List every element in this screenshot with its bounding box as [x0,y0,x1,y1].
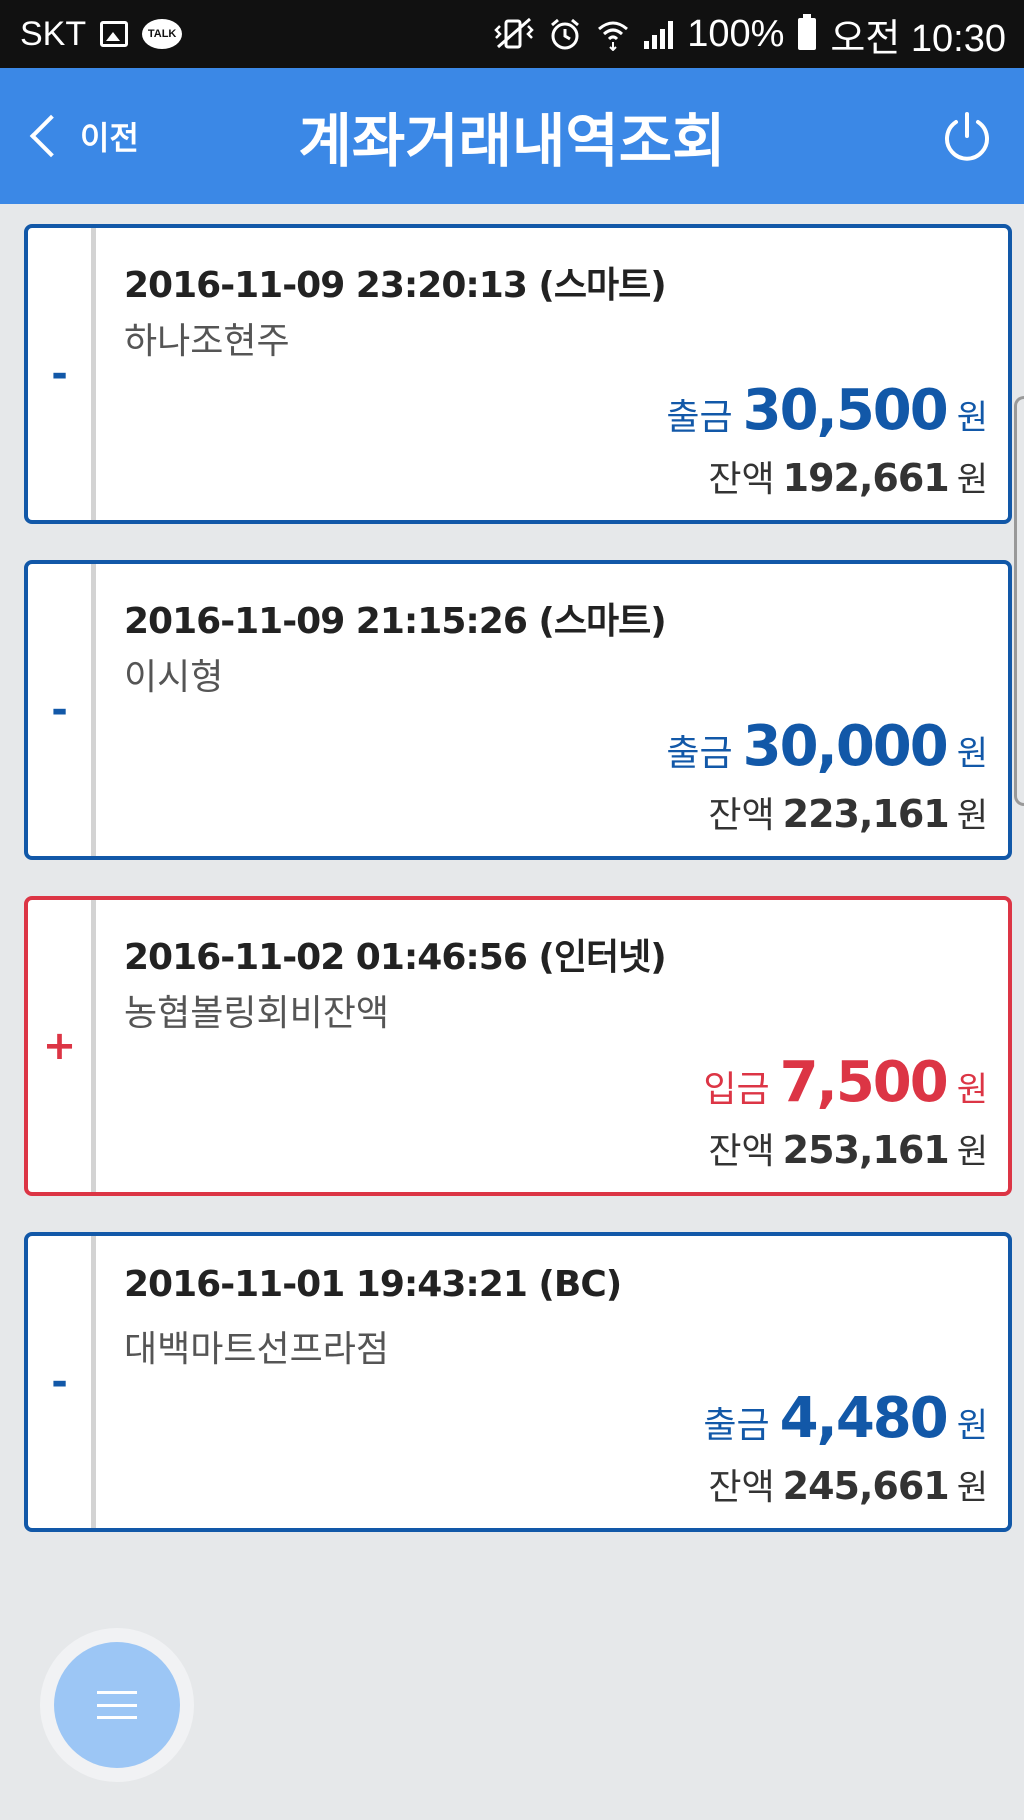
amount-unit: 원 [956,1406,988,1446]
transaction-description: 이시형 [124,657,224,698]
transaction-description: 농협볼링회비잔액 [124,993,389,1034]
transaction-card[interactable]: - 2016-11-09 23:20:13 (스마트) 하나조현주 출금 30,… [24,224,1012,524]
kakaotalk-icon: TALK [142,19,183,49]
page-title: 계좌거래내역조회 [298,107,726,175]
transaction-amount-row: 출금 30,500 원 [666,378,988,443]
back-label: 이전 [80,119,139,157]
transaction-type: 출금 [703,1405,770,1446]
amount-unit: 원 [956,734,988,774]
wifi-icon [598,21,629,51]
menu-button[interactable] [54,1642,180,1768]
hamburger-icon [97,1691,137,1719]
transaction-card[interactable]: - 2016-11-09 21:15:26 (스마트) 이시형 출금 30,00… [24,560,1012,860]
gallery-icon [98,18,130,50]
transaction-datetime: 2016-11-09 21:15:26 (스마트) [124,601,667,642]
transaction-balance-row: 잔액 223,161 원 [708,786,988,838]
scroll-indicator[interactable] [1014,396,1024,806]
transaction-card[interactable]: - 2016-11-01 19:43:21 (BC) 대백마트선프라점 출금 4… [24,1232,1012,1532]
transaction-type: 출금 [666,733,733,774]
status-time: 오전 10:30 [830,17,1006,60]
balance-unit: 원 [956,1468,988,1508]
transaction-datetime: 2016-11-01 19:43:21 (BC) [124,1264,622,1305]
transaction-amount: 7,500 [779,1050,949,1115]
mute-vibrate-icon [494,17,534,49]
transaction-datetime: 2016-11-02 01:46:56 (인터넷) [124,937,667,978]
balance-label: 잔액 [708,795,775,836]
transaction-amount: 30,000 [742,714,949,779]
battery-icon [798,14,817,50]
transaction-description: 대백마트선프라점 [124,1329,389,1370]
battery-percent: 100% [687,12,785,55]
transaction-list: - 2016-11-09 23:20:13 (스마트) 하나조현주 출금 30,… [24,224,1012,1568]
transaction-type: 출금 [666,397,733,438]
transaction-sign: - [28,564,96,856]
status-bar: SKT TALK 100% 오전 10:30 [0,0,1024,68]
transaction-sign: + [28,900,96,1192]
balance-label: 잔액 [708,459,775,500]
balance-unit: 원 [956,1132,988,1172]
transaction-card[interactable]: + 2016-11-02 01:46:56 (인터넷) 농협볼링회비잔액 입금 … [24,896,1012,1196]
alarm-icon [551,18,580,50]
transaction-amount: 4,480 [779,1386,949,1451]
balance-value: 223,161 [782,792,950,836]
balance-value: 245,661 [782,1464,950,1508]
transaction-balance-row: 잔액 253,161 원 [708,1122,988,1174]
balance-unit: 원 [956,460,988,500]
balance-unit: 원 [956,796,988,836]
transaction-description: 하나조현주 [124,321,290,362]
transaction-balance-row: 잔액 192,661 원 [708,450,988,502]
transaction-amount: 30,500 [742,378,949,443]
transaction-amount-row: 출금 4,480 원 [703,1386,988,1451]
transaction-balance-row: 잔액 245,661 원 [708,1458,988,1510]
status-bar-left: SKT TALK [20,0,183,68]
amount-unit: 원 [956,398,988,438]
transaction-sign: - [28,1236,96,1528]
balance-value: 192,661 [782,456,950,500]
transaction-datetime: 2016-11-09 23:20:13 (스마트) [124,265,667,306]
carrier-label: SKT [20,14,87,53]
app-header: 이전 계좌거래내역조회 [0,68,1024,204]
signal-icon [644,19,674,49]
back-button[interactable]: 이전 [24,68,139,204]
power-icon[interactable] [940,110,994,164]
chevron-left-icon [29,114,73,158]
balance-value: 253,161 [782,1128,950,1172]
amount-unit: 원 [956,1070,988,1110]
balance-label: 잔액 [708,1131,775,1172]
transaction-amount-row: 입금 7,500 원 [703,1050,988,1115]
transaction-amount-row: 출금 30,000 원 [666,714,988,779]
transaction-type: 입금 [703,1069,770,1110]
balance-label: 잔액 [708,1467,775,1508]
status-bar-right: 100% 오전 10:30 [494,0,1006,68]
transaction-sign: - [28,228,96,520]
